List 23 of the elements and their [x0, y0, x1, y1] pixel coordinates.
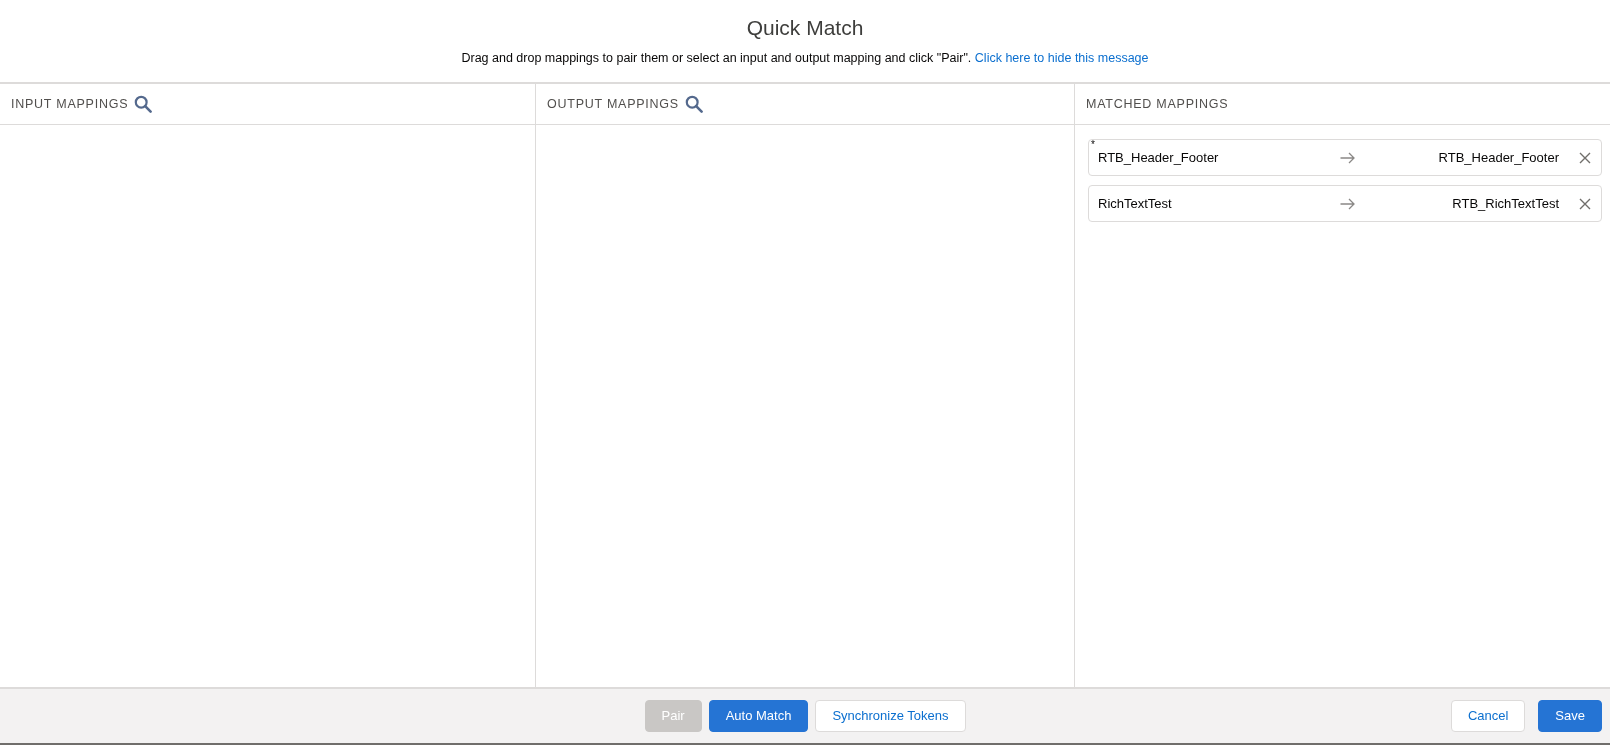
search-icon[interactable] [134, 95, 153, 113]
search-icon[interactable] [684, 95, 703, 113]
footer-button[interactable]: Cancel [1450, 700, 1526, 732]
matched-mapping-row[interactable]: * RTB_Header_Footer RTB_Header_Footer [1088, 139, 1602, 176]
footer-button[interactable]: Synchronize Tokens [815, 700, 966, 732]
output-mapping-name: RTB_Header_Footer [1437, 148, 1559, 167]
dialog-title: Quick Match [746, 15, 864, 41]
output-mapping-name: RTB_RichTextTest [1451, 194, 1559, 213]
hide-message-link[interactable]: Click here to hide this message [974, 51, 1149, 65]
modified-marker: * [1091, 139, 1095, 151]
input-mapping-name: RTB_Header_Footer [1098, 148, 1220, 167]
column-heading: OUTPUT MAPPINGS [547, 95, 679, 113]
column-heading: INPUT MAPPINGS [11, 95, 129, 113]
arrow-right-icon [1340, 151, 1355, 164]
instruction-text: Drag and drop mappings to pair them or select an input and output mapping and click "Pair". Click here to hide this message [461, 50, 1149, 66]
column-heading: MATCHED MAPPINGS [1086, 95, 1229, 113]
input-mapping-name: RichTextTest [1098, 194, 1173, 213]
footer-button[interactable]: Auto Match [708, 700, 809, 732]
footer-button[interactable]: Save [1538, 700, 1602, 732]
arrow-right-icon [1340, 197, 1355, 210]
close-icon[interactable] [1579, 197, 1591, 210]
close-icon[interactable] [1579, 151, 1591, 164]
matched-mapping-row[interactable]: RichTextTest RTB_RichTextTest [1088, 185, 1602, 222]
